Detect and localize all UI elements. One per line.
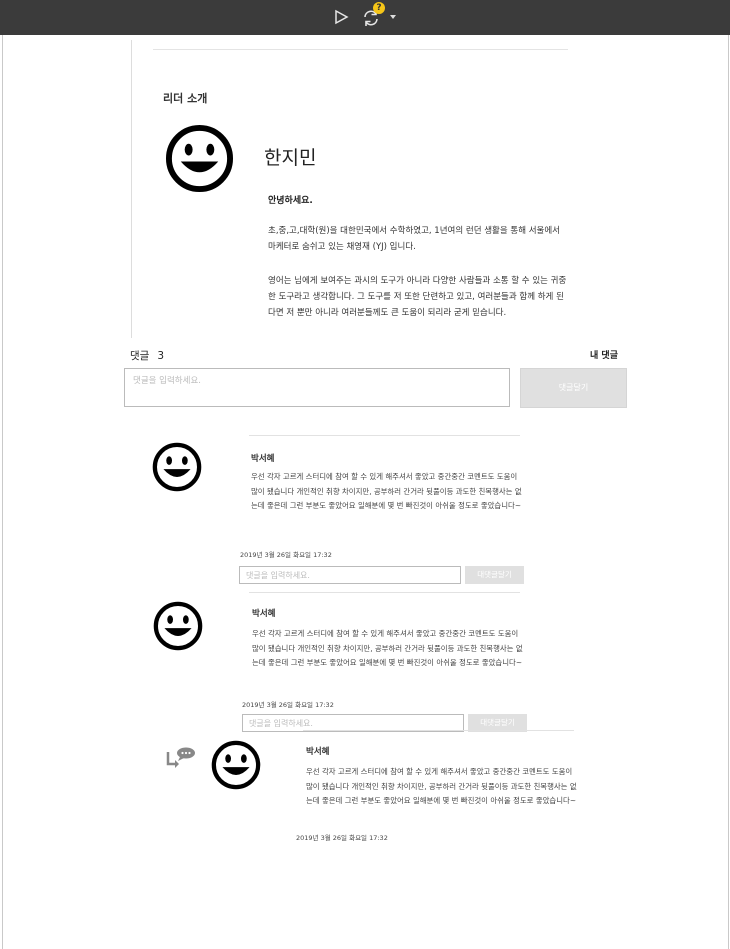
top-toolbar: ? <box>0 0 730 35</box>
comment-author: 박서혜 <box>306 747 330 757</box>
page-frame-right <box>728 35 729 949</box>
comments-header: 댓글 3 <box>130 348 164 363</box>
my-comments-link[interactable]: 내 댓글 <box>590 348 618 361</box>
comment-divider <box>249 592 520 593</box>
comment-date: 2019년 3월 26일 화요일 17:32 <box>240 551 332 559</box>
leader-avatar-smiley-icon <box>165 124 234 193</box>
help-badge-icon[interactable]: ? <box>373 2 385 14</box>
comment-divider <box>303 730 574 731</box>
divider <box>153 49 568 50</box>
reply-comment-icon <box>166 747 195 768</box>
comment-input-placeholder: 댓글을 입력하세요. <box>133 376 201 386</box>
chevron-down-icon[interactable] <box>390 15 396 19</box>
leader-name: 한지민 <box>264 147 317 169</box>
reply-input-placeholder: 댓글을 입력하세요. <box>249 719 313 728</box>
comment-author: 박서혜 <box>251 454 275 464</box>
reply-input-placeholder: 댓글을 입력하세요. <box>246 571 310 580</box>
comment-text: 우선 각자 고르게 스터디에 참여 할 수 있게 해주셔서 좋았고 중간중간 코… <box>306 767 577 806</box>
comments-label: 댓글 <box>130 350 150 362</box>
comment-date: 2019년 3월 26일 화요일 17:32 <box>242 701 334 709</box>
reply-button[interactable]: 대댓글달기 <box>465 566 524 584</box>
leader-section-title: 리더 소개 <box>163 92 208 105</box>
leader-greeting: 안녕하세요. <box>268 196 313 206</box>
commenter-avatar-smiley-icon <box>152 442 202 492</box>
play-icon[interactable] <box>333 9 349 25</box>
commenter-avatar-smiley-icon <box>153 601 203 651</box>
comment-author: 박서혜 <box>252 609 276 619</box>
reply-input[interactable]: 댓글을 입력하세요. <box>239 566 461 584</box>
comment-divider <box>249 435 520 436</box>
leader-paragraph-2: 영어는 님에게 보여주는 과시의 도구가 아니라 다양한 사람들과 소통 할 수… <box>268 276 567 318</box>
content-border <box>131 40 132 338</box>
comment-text: 우선 각자 고르게 스터디에 참여 할 수 있게 해주셔서 좋았고 중간중간 코… <box>252 629 523 668</box>
comment-text: 우선 각자 고르게 스터디에 참여 할 수 있게 해주셔서 좋았고 중간중간 코… <box>251 472 522 511</box>
comments-count: 3 <box>157 350 165 362</box>
submit-comment-button[interactable]: 댓글달기 <box>520 368 627 408</box>
commenter-avatar-smiley-icon <box>211 740 261 790</box>
leader-paragraph-1: 초,중,고,대학(원)을 대한민국에서 수학하였고, 1년여의 런던 생활을 통… <box>268 226 561 252</box>
comment-date: 2019년 3월 26일 화요일 17:32 <box>296 834 388 842</box>
comment-input[interactable]: 댓글을 입력하세요. <box>124 368 510 407</box>
page-frame-left <box>2 35 3 949</box>
